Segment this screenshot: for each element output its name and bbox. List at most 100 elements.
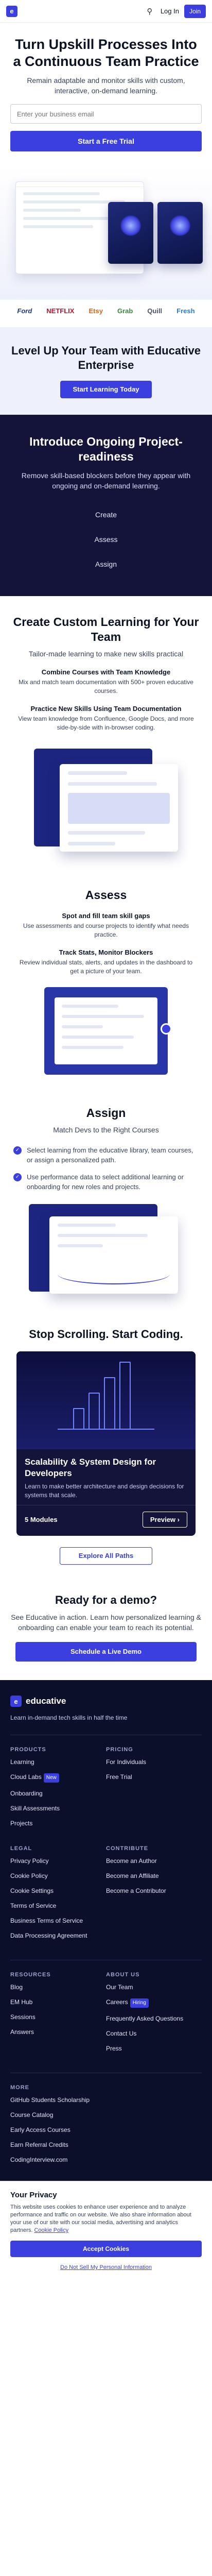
accept-cookies-button[interactable]: Accept Cookies [10, 2241, 202, 2257]
footer-link[interactable]: For Individuals [106, 1758, 198, 1766]
footer-link[interactable]: CodingInterview.com [10, 2156, 202, 2164]
login-link[interactable]: Log In [161, 7, 179, 15]
check-icon: ✓ [13, 1173, 22, 1181]
search-icon[interactable]: ⚲ [143, 5, 156, 18]
partner-logo: Fresh [176, 307, 195, 315]
assess-illustration [44, 987, 172, 1075]
footer-pricing: PRICING For Individuals Free Trial [106, 1747, 202, 1834]
footer-legal: LEGAL Privacy Policy Cookie Policy Cooki… [10, 1845, 106, 1946]
hero-illustration [0, 166, 212, 300]
assign-subtitle: Match Devs to the Right Courses [53, 1126, 159, 1134]
cookie-policy-link[interactable]: Cookie Policy [34, 2227, 68, 2233]
footer-tagline: Learn in-demand tech skills in half the … [10, 1714, 128, 1721]
start-learning-button[interactable]: Start Learning Today [60, 381, 152, 398]
footer-link[interactable]: Course Catalog [10, 2111, 202, 2119]
course-image [16, 1351, 196, 1449]
footer-link[interactable]: EM Hub [10, 1998, 102, 2006]
footer-products: PRODUCTS Learning Cloud Labs New Onboardi… [10, 1747, 106, 1834]
assess-title: Assess [85, 888, 127, 902]
join-button[interactable]: Join [184, 4, 206, 18]
cookie-title: Your Privacy [10, 2191, 57, 2199]
footer-link[interactable]: Business Terms of Service [10, 1917, 102, 1925]
checklist-item: ✓ Select learning from the educative lib… [13, 1145, 199, 1165]
page: e ⚲ Log In Join Turn Upskill Processes I… [0, 0, 212, 2279]
educative-logo[interactable]: e [10, 1696, 22, 1707]
preview-button[interactable]: Preview › [142, 1512, 187, 1528]
demo-title: Ready for a demo? [55, 1594, 157, 1606]
footer-link[interactable]: Skill Assessments [10, 1804, 102, 1812]
schedule-demo-button[interactable]: Schedule a Live Demo [15, 1642, 197, 1662]
footer-link[interactable]: Cookie Settings [10, 1887, 102, 1895]
hero-subtitle: Remain adaptable and monitor skills with… [27, 76, 185, 95]
hiring-badge: Hiring [130, 1998, 149, 2008]
cookie-banner: Your Privacy This website uses cookies t… [0, 2181, 212, 2279]
step-create-link[interactable]: Create [10, 502, 202, 527]
partner-logo: Etsy [89, 307, 103, 315]
footer-link[interactable]: Frequently Asked Questions [106, 2014, 198, 2023]
stop-title: Stop Scrolling. Start Coding. [29, 1328, 183, 1341]
footer-link[interactable]: Sessions [10, 2013, 102, 2021]
footer-link[interactable]: Press [106, 2044, 198, 2053]
start-free-trial-button[interactable]: Start a Free Trial [10, 131, 202, 151]
partner-logo: Grab [117, 307, 133, 315]
feature-title: Track Stats, Monitor Blockers [59, 948, 153, 956]
course-card[interactable]: Scalability & System Design for Develope… [16, 1351, 196, 1536]
footer-link[interactable]: Terms of Service [10, 1902, 102, 1910]
feature-desc: View team knowledge from Confluence, Goo… [18, 715, 194, 731]
cookie-text: This website uses cookies to enhance use… [10, 2204, 191, 2233]
footer-about: ABOUT US Our Team Careers Hiring Frequent… [106, 1972, 202, 2059]
assign-checklist: ✓ Select learning from the educative lib… [10, 1145, 202, 1192]
footer-link[interactable]: Become a Contributor [106, 1887, 198, 1895]
footer-link[interactable]: Become an Author [106, 1857, 198, 1865]
assess-section: Assess Spot and fill team skill gaps Use… [0, 869, 212, 1087]
footer-link[interactable]: Data Processing Agreement [10, 1931, 102, 1940]
educative-logo[interactable]: e [6, 5, 17, 17]
readiness-desc: Remove skill-based blockers before they … [21, 471, 191, 490]
partner-logo: Quill [147, 307, 163, 315]
footer-link[interactable]: Projects [10, 1819, 102, 1827]
create-subtitle: Tailor-made learning to make new skills … [28, 650, 184, 658]
brand-name: educative [26, 1696, 66, 1706]
footer-link[interactable]: Cookie Policy [10, 1872, 102, 1880]
footer-more: MORE GitHub Students Scholarship Course … [10, 2084, 202, 2164]
footer-link[interactable]: Contact Us [106, 2029, 198, 2038]
step-assign-link[interactable]: Assign [10, 552, 202, 577]
footer-link[interactable]: Cloud Labs New [10, 1773, 102, 1783]
course-card-image [108, 202, 153, 264]
footer-link[interactable]: Earn Referral Credits [10, 2141, 202, 2149]
enterprise-title: Level Up Your Team with Educative Enterp… [11, 344, 201, 371]
do-not-sell-link[interactable]: Do Not Sell My Personal Information [10, 2261, 202, 2274]
footer-link[interactable]: Privacy Policy [10, 1857, 102, 1865]
footer-link[interactable]: Onboarding [10, 1789, 102, 1798]
feature-title: Spot and fill team skill gaps [62, 912, 150, 920]
partner-logo: Ford [17, 307, 32, 315]
readiness-section: Introduce Ongoing Project-readiness Remo… [0, 415, 212, 596]
module-count: 5 Modules [25, 1516, 58, 1523]
step-assess-link[interactable]: Assess [10, 527, 202, 552]
create-illustration [29, 743, 183, 857]
footer-link[interactable]: Blog [10, 1983, 102, 1991]
business-email-input[interactable] [10, 104, 202, 124]
enterprise-section: Level Up Your Team with Educative Enterp… [0, 327, 212, 415]
stop-scrolling-section: Stop Scrolling. Start Coding. Scalabilit… [0, 1309, 212, 1571]
create-title: Create Custom Learning for Your Team [13, 615, 199, 643]
explore-all-paths-button[interactable]: Explore All Paths [60, 1547, 152, 1565]
footer-link[interactable]: Early Access Courses [10, 2126, 202, 2134]
footer-link[interactable]: Our Team [106, 1983, 198, 1991]
demo-section: Ready for a demo? See Educative in actio… [0, 1571, 212, 1680]
footer-link[interactable]: Answers [10, 2028, 102, 2036]
course-title[interactable]: Scalability & System Design for Develope… [25, 1456, 187, 1479]
course-card-image [157, 202, 203, 264]
create-section: Create Custom Learning for Your Team Tai… [0, 596, 212, 869]
new-badge: New [43, 1773, 59, 1783]
footer-link[interactable]: Free Trial [106, 1773, 198, 1781]
footer-link[interactable]: Careers Hiring [106, 1998, 198, 2008]
readiness-title: Introduce Ongoing Project-readiness [29, 435, 183, 463]
demo-desc: See Educative in action. Learn how perso… [11, 1613, 201, 1632]
assign-section: Assign Match Devs to the Right Courses ✓… [0, 1087, 212, 1309]
footer-link[interactable]: Become an Affiliate [106, 1872, 198, 1880]
footer-link[interactable]: Learning [10, 1758, 102, 1766]
footer-brand: e educative [10, 1696, 202, 1707]
check-icon: ✓ [13, 1146, 22, 1155]
footer-link[interactable]: GitHub Students Scholarship [10, 2096, 202, 2104]
